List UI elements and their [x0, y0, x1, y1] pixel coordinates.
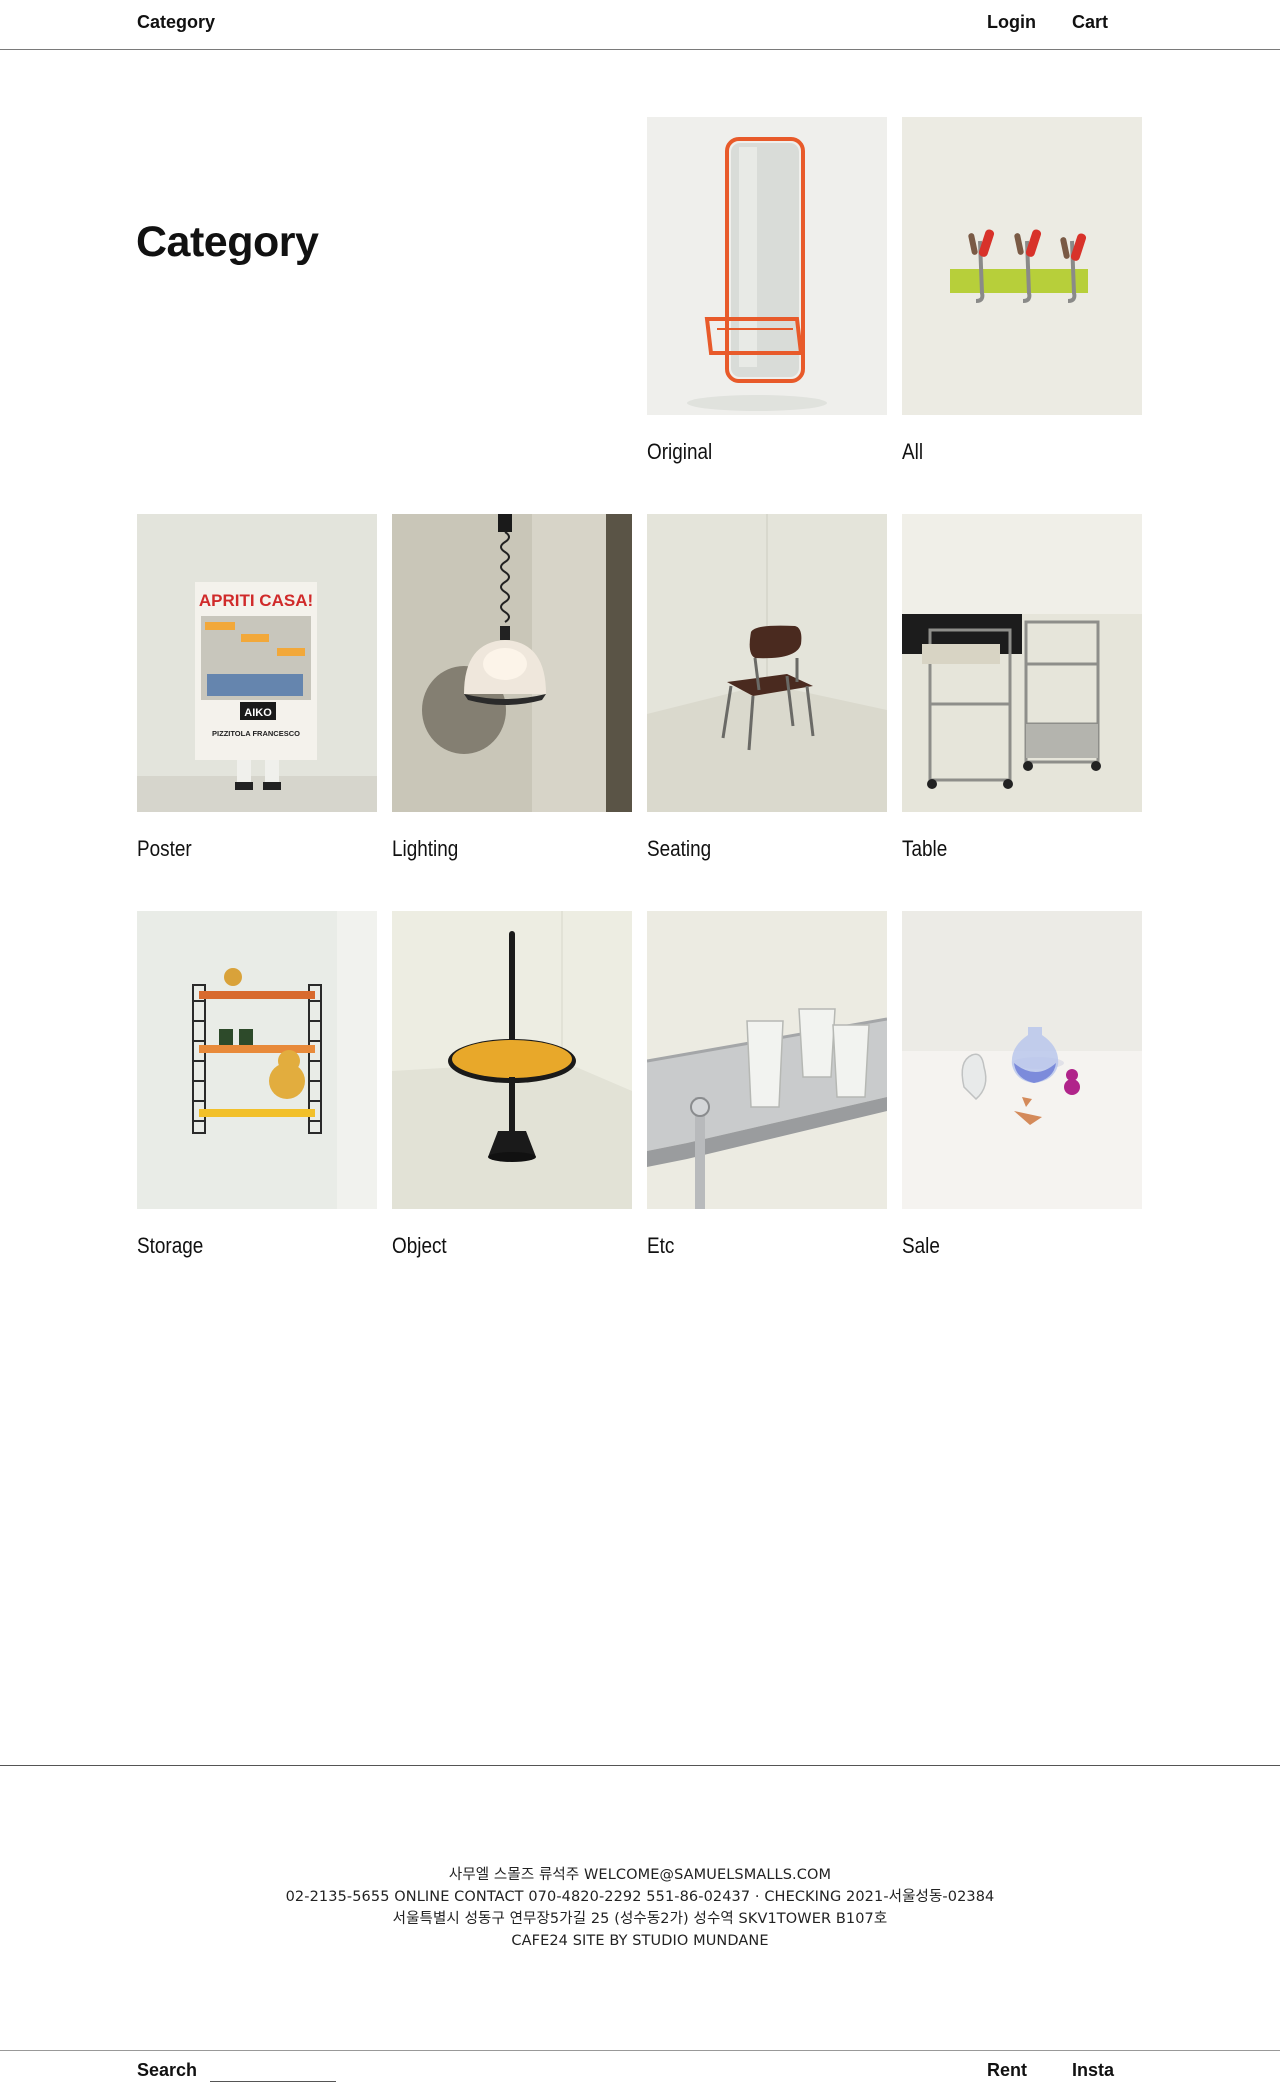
- category-label: Original: [647, 439, 713, 464]
- category-tile-all[interactable]: All: [902, 117, 1142, 463]
- category-tile-sale[interactable]: Sale: [902, 911, 1142, 1257]
- footer-line: 사무엘 스몰즈 류석주 WELCOME@SAMUELSMALLS.COM: [448, 1867, 832, 1883]
- category-tile-object[interactable]: Object: [392, 911, 632, 1257]
- category-tile-original[interactable]: Original: [647, 117, 887, 463]
- category-label: Object: [392, 1233, 447, 1258]
- search-input[interactable]: [210, 2060, 336, 2082]
- poster-shop: PIZZITOLA FRANCESCO: [212, 729, 300, 738]
- side-table-photo[interactable]: [392, 911, 632, 1209]
- category-tile-storage[interactable]: Storage: [137, 911, 377, 1257]
- category-label: Seating: [647, 836, 712, 861]
- insta-link[interactable]: Insta: [1072, 2060, 1114, 2081]
- nav-cart-link[interactable]: Cart: [1072, 12, 1108, 33]
- orange-mirror-photo[interactable]: [647, 117, 887, 415]
- category-tile-table[interactable]: Table: [902, 514, 1142, 860]
- footer-info: 사무엘 스몰즈 류석주 WELCOME@SAMUELSMALLS.COM 02-…: [0, 1864, 1280, 1952]
- category-label: Poster: [137, 836, 192, 861]
- category-tile-poster[interactable]: APRITI CASA! AIKO PIZZITOLA FRANCESCO Po…: [137, 514, 377, 860]
- footer-line: 서울특별시 성동구 연무장5가길 25 (성수동2가) 성수역 SKV1TOWE…: [392, 1911, 888, 1927]
- glasses-on-cart-photo[interactable]: [647, 911, 887, 1209]
- poster-photo[interactable]: APRITI CASA! AIKO PIZZITOLA FRANCESCO: [137, 514, 377, 812]
- glass-objects-photo[interactable]: [902, 911, 1142, 1209]
- nav-category-link[interactable]: Category: [137, 12, 215, 33]
- poster-brand: AIKO: [244, 707, 272, 719]
- category-label: Sale: [902, 1233, 940, 1258]
- category-tile-lighting[interactable]: Lighting: [392, 514, 632, 860]
- rent-link[interactable]: Rent: [987, 2060, 1027, 2081]
- category-tile-seating[interactable]: Seating: [647, 514, 887, 860]
- category-tile-etc[interactable]: Etc: [647, 911, 887, 1257]
- wall-shelf-photo[interactable]: [137, 911, 377, 1209]
- search-label: Search: [137, 2060, 198, 2080]
- category-label: Table: [902, 836, 948, 861]
- bottom-bar-divider: [0, 2050, 1280, 2051]
- category-label: All: [902, 439, 924, 464]
- category-label: Storage: [137, 1233, 204, 1258]
- pendant-lamp-photo[interactable]: [392, 514, 632, 812]
- trolley-tables-photo[interactable]: [902, 514, 1142, 812]
- footer-divider: [0, 1765, 1280, 1766]
- footer-line: CAFE24 SITE BY STUDIO MUNDANE: [511, 1933, 769, 1949]
- footer-line: 02-2135-5655 ONLINE CONTACT 070-4820-229…: [285, 1889, 995, 1905]
- nav-login-link[interactable]: Login: [987, 12, 1036, 33]
- category-label: Lighting: [392, 836, 459, 861]
- poster-headline: APRITI CASA!: [199, 591, 313, 610]
- wall-hooks-photo[interactable]: [902, 117, 1142, 415]
- page-title: Category: [136, 218, 319, 266]
- category-label: Etc: [647, 1233, 675, 1258]
- chair-photo[interactable]: [647, 514, 887, 812]
